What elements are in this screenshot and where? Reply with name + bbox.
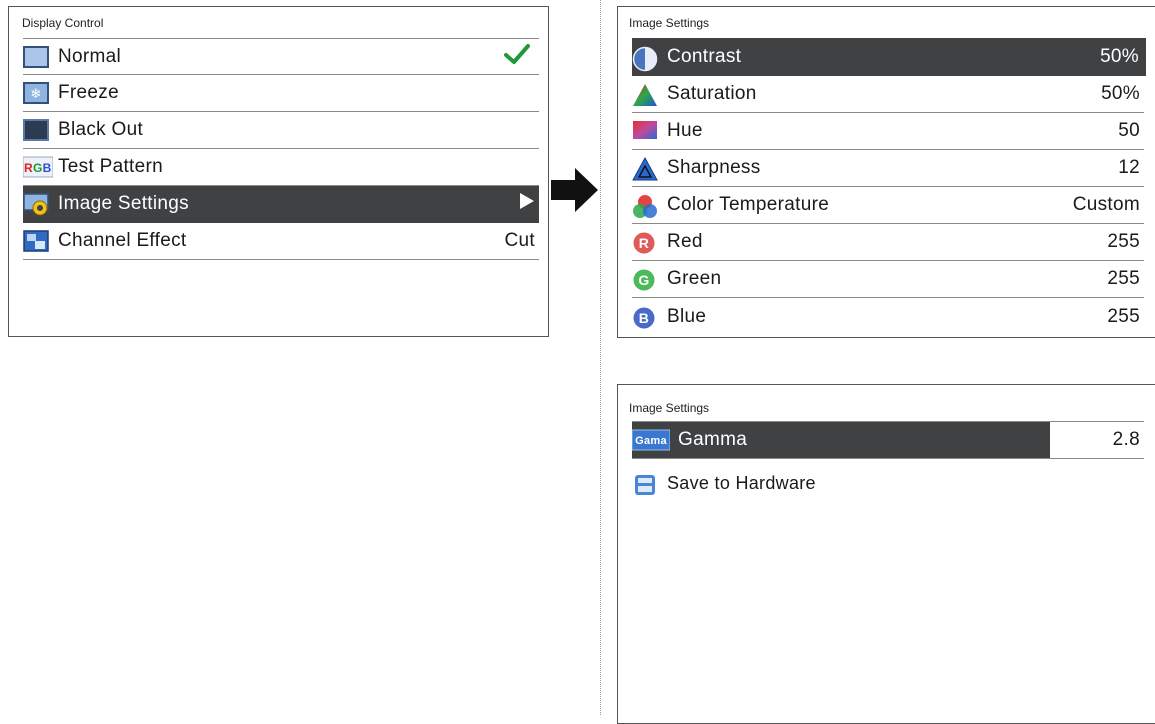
dotted-separator: [600, 0, 601, 715]
setting-label: Red: [667, 231, 703, 252]
channel-letter: B: [639, 310, 649, 326]
submenu-arrow-icon: [519, 192, 539, 216]
setting-gamma[interactable]: Gama Gamma 2.8: [632, 421, 1144, 459]
channel-effect-icon: [23, 230, 49, 252]
setting-contrast[interactable]: Contrast 50%: [632, 38, 1146, 76]
color-temperature-icon: [632, 194, 658, 218]
menu-item-channel-effect[interactable]: Channel Effect Cut: [23, 223, 539, 260]
setting-sharpness[interactable]: Sharpness 12: [632, 150, 1144, 187]
channel-letter: G: [638, 272, 649, 288]
setting-value: 12: [1118, 157, 1140, 178]
menu-item-label: Image Settings: [58, 193, 189, 214]
svg-text:RGB: RGB: [24, 161, 52, 175]
svg-text:❄: ❄: [30, 87, 41, 102]
setting-hue[interactable]: Hue 50: [632, 113, 1144, 150]
image-settings-panel-2: Image Settings Gama Gamma 2.8 Save to Ha…: [617, 384, 1155, 724]
blue-channel-icon: B: [632, 306, 658, 328]
menu-item-freeze[interactable]: ❄ Freeze: [23, 75, 539, 112]
image-settings-panel-1: Image Settings Contrast 50% Saturation 5…: [617, 6, 1155, 338]
setting-label: Sharpness: [667, 157, 761, 178]
rgb-test-pattern-icon: RGB: [22, 156, 54, 178]
menu-item-label: Test Pattern: [58, 156, 163, 177]
saturation-icon: [632, 83, 658, 106]
panel-title: Display Control: [22, 16, 104, 30]
setting-color-temperature[interactable]: Color Temperature Custom: [632, 187, 1144, 224]
panel-title: Image Settings: [629, 16, 710, 30]
green-channel-icon: G: [632, 268, 658, 291]
setting-label: Contrast: [667, 45, 742, 67]
setting-value: 50: [1118, 120, 1140, 141]
freeze-icon: ❄: [23, 82, 49, 104]
menu-item-black-out[interactable]: Black Out: [23, 112, 539, 149]
setting-value: 50%: [1100, 45, 1139, 67]
setting-green[interactable]: G Green 255: [632, 261, 1144, 298]
gamma-icon: Gama: [632, 429, 671, 451]
setting-label: Green: [667, 268, 722, 289]
setting-value: 255: [1107, 231, 1140, 252]
setting-label: Save to Hardware: [667, 473, 816, 493]
setting-value: 2.8: [1112, 429, 1140, 450]
setting-red[interactable]: R Red 255: [632, 224, 1144, 261]
menu-item-label: Black Out: [58, 119, 144, 140]
normal-screen-icon: [23, 45, 49, 68]
sharpness-icon: [632, 156, 658, 181]
menu-item-label: Channel Effect: [58, 230, 187, 251]
panel-title: Image Settings: [629, 401, 710, 415]
gamma-highlight: Gama Gamma: [632, 422, 1050, 458]
setting-saturation[interactable]: Saturation 50%: [632, 76, 1144, 113]
image-settings-icon: [23, 193, 49, 216]
setting-value: 255: [1107, 268, 1140, 289]
setting-label: Color Temperature: [667, 194, 830, 215]
menu-item-label: Freeze: [58, 82, 119, 103]
setting-blue[interactable]: B Blue 255: [632, 298, 1144, 335]
setting-value: 255: [1107, 305, 1140, 327]
setting-label: Hue: [667, 120, 703, 141]
channel-letter: R: [639, 235, 649, 251]
setting-value: 50%: [1101, 83, 1140, 104]
red-channel-icon: R: [632, 231, 658, 254]
menu-item-label: Normal: [58, 45, 122, 67]
menu-item-image-settings[interactable]: Image Settings: [23, 186, 539, 223]
save-icon: [632, 473, 658, 495]
contrast-icon: [632, 46, 658, 71]
setting-save-to-hardware[interactable]: Save to Hardware: [632, 465, 1144, 502]
black-out-icon: [23, 119, 49, 141]
menu-item-normal[interactable]: Normal: [23, 38, 539, 75]
setting-label: Blue: [667, 305, 707, 327]
display-control-panel: Display Control Normal ❄ Freeze Black Ou…: [8, 6, 549, 337]
setting-value: Custom: [1072, 194, 1140, 215]
setting-label: Saturation: [667, 83, 757, 104]
hue-icon: [632, 120, 658, 142]
menu-item-test-pattern[interactable]: RGB Test Pattern: [22, 149, 539, 186]
setting-label: Gamma: [678, 429, 748, 450]
navigation-arrow-icon: [551, 168, 599, 217]
checkmark-icon: [503, 42, 539, 72]
gamma-icon-text: Gama: [635, 435, 667, 447]
menu-item-value: Cut: [504, 230, 535, 251]
